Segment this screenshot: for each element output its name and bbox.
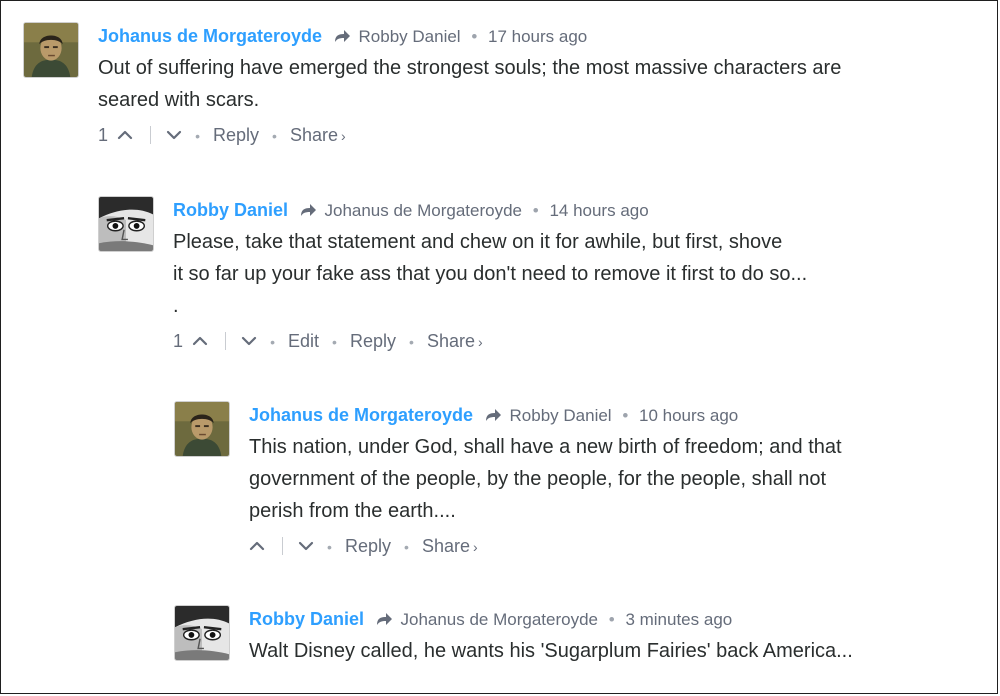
share-label: Share	[421, 536, 470, 556]
author-name[interactable]: Johanus de Morgateroyde	[249, 405, 473, 425]
parent-author-link[interactable]: Johanus de Morgateroyde	[324, 201, 522, 220]
avatar-portrait-icon	[24, 23, 78, 77]
separator-dot: •	[327, 539, 332, 555]
author-name[interactable]: Johanus de Morgateroyde	[98, 26, 322, 46]
downvote-icon[interactable]	[298, 541, 314, 551]
comment-header: Johanus de Morgateroyde Robby Daniel • 1…	[249, 401, 842, 429]
downvote-icon[interactable]	[241, 336, 257, 346]
reply-arrow-icon	[376, 613, 392, 625]
author-name[interactable]: Robby Daniel	[173, 200, 288, 220]
comment-body: Robby Daniel Johanus de Morgateroyde • 3…	[249, 605, 853, 667]
comment-body: Robby Daniel Johanus de Morgateroyde • 1…	[173, 196, 807, 354]
separator-dot: •	[409, 334, 414, 350]
share-button[interactable]: Share ›	[290, 125, 346, 145]
avatar-portrait-icon	[99, 197, 153, 251]
parent-author-link[interactable]: Robby Daniel	[359, 27, 461, 46]
upvote-count: 1	[98, 125, 109, 145]
timestamp-link[interactable]: 3 minutes ago	[625, 610, 732, 629]
separator-dot: •	[471, 27, 478, 46]
comment-text-line: it so far up your fake ass that you don'…	[173, 263, 808, 285]
separator-dot: •	[404, 539, 409, 555]
vote-divider	[225, 332, 227, 350]
avatar[interactable]	[23, 22, 79, 78]
avatar[interactable]	[174, 605, 230, 661]
share-button[interactable]: Share ›	[427, 331, 483, 351]
comment-text: Please, take that statement and chew on …	[173, 226, 807, 322]
comment-text: Out of suffering have emerged the strong…	[98, 52, 841, 116]
avatar[interactable]	[98, 196, 154, 252]
comment-body: Johanus de Morgateroyde Robby Daniel • 1…	[98, 22, 841, 148]
share-label: Share	[289, 125, 339, 145]
share-button[interactable]: Share ›	[422, 536, 478, 556]
chevron-right-icon: ›	[472, 539, 478, 555]
comment-text: Walt Disney called, he wants his 'Sugarp…	[249, 635, 853, 667]
comment-text-line: .	[173, 295, 179, 317]
separator-dot: •	[272, 128, 277, 144]
upvote-count: 1	[173, 331, 184, 351]
share-label: Share	[426, 331, 475, 351]
reply-arrow-icon	[334, 30, 350, 42]
edit-button[interactable]: Edit	[288, 331, 319, 351]
reply-button[interactable]: Reply	[345, 536, 391, 556]
avatar[interactable]	[174, 401, 230, 457]
comment-actions: • Reply • Share ›	[249, 533, 842, 559]
timestamp-link[interactable]: 10 hours ago	[639, 406, 738, 425]
reply-arrow-icon	[485, 409, 501, 421]
author-name[interactable]: Robby Daniel	[249, 609, 364, 629]
vote-divider	[150, 126, 152, 144]
upvote-icon[interactable]	[117, 130, 133, 140]
timestamp-link[interactable]: 17 hours ago	[488, 27, 587, 46]
comment-actions: 1 • Edit • Reply • Share ›	[173, 328, 807, 354]
comment-text-line: Please, take that statement and chew on …	[173, 231, 783, 253]
comment-text-line: This nation, under God, shall have a new…	[249, 436, 842, 458]
comment-body: Johanus de Morgateroyde Robby Daniel • 1…	[249, 401, 842, 559]
comment-text-line: Walt Disney called, he wants his 'Sugarp…	[249, 640, 853, 662]
comment-thread: Johanus de Morgateroyde Robby Daniel • 1…	[0, 0, 998, 694]
separator-dot: •	[332, 334, 337, 350]
avatar-portrait-icon	[175, 606, 229, 660]
upvote-icon[interactable]	[249, 541, 265, 551]
avatar-portrait-icon	[175, 402, 229, 456]
comment-text-line: Out of suffering have emerged the strong…	[98, 57, 842, 79]
comment-header: Robby Daniel Johanus de Morgateroyde • 3…	[249, 605, 853, 633]
vote-divider	[282, 537, 284, 555]
separator-dot: •	[532, 201, 539, 220]
chevron-right-icon: ›	[477, 334, 483, 350]
reply-button[interactable]: Reply	[213, 125, 259, 145]
comment-text-line: government of the people, by the people,…	[249, 468, 827, 490]
separator-dot: •	[622, 406, 629, 425]
comment-actions: 1 • Reply • Share ›	[98, 122, 841, 148]
upvote-icon[interactable]	[192, 336, 208, 346]
comment-header: Robby Daniel Johanus de Morgateroyde • 1…	[173, 196, 807, 224]
separator-dot: •	[608, 610, 615, 629]
parent-author-link[interactable]: Robby Daniel	[510, 406, 612, 425]
downvote-icon[interactable]	[166, 130, 182, 140]
separator-dot: •	[270, 334, 275, 350]
reply-arrow-icon	[300, 204, 316, 216]
parent-author-link[interactable]: Johanus de Morgateroyde	[400, 610, 598, 629]
comment-header: Johanus de Morgateroyde Robby Daniel • 1…	[98, 22, 841, 50]
comment-text-line: perish from the earth....	[249, 500, 456, 522]
timestamp-link[interactable]: 14 hours ago	[549, 201, 648, 220]
reply-button[interactable]: Reply	[350, 331, 396, 351]
comment-text: This nation, under God, shall have a new…	[249, 431, 842, 527]
comment-text-line: seared with scars.	[98, 89, 260, 111]
separator-dot: •	[195, 128, 200, 144]
chevron-right-icon: ›	[341, 128, 346, 144]
